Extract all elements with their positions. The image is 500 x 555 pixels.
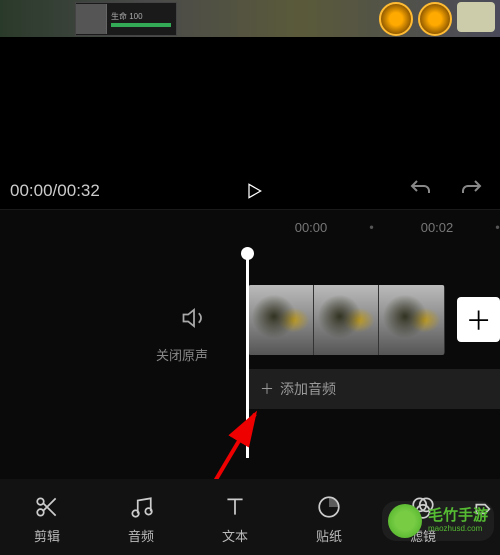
tool-audio[interactable]: 音频 bbox=[94, 494, 188, 545]
timeline: 关闭原声 ＋ ＋ 添加音频 bbox=[0, 244, 500, 504]
hud-icon-1 bbox=[379, 2, 413, 36]
clip-thumb bbox=[379, 285, 445, 355]
timeline-ruler[interactable]: 00:00● 00:02● bbox=[0, 209, 500, 244]
tool-label: 剪辑 bbox=[34, 526, 60, 545]
time-display: 00:00/00:32 bbox=[10, 181, 100, 201]
add-audio-button[interactable]: ＋ 添加音频 bbox=[248, 369, 500, 409]
hud-player-panel: 生命 100 bbox=[75, 2, 177, 36]
clip-thumb bbox=[314, 285, 380, 355]
plus-icon: ＋ bbox=[260, 379, 274, 399]
music-icon bbox=[128, 494, 154, 520]
video-track[interactable]: ＋ bbox=[248, 282, 500, 357]
tool-text[interactable]: 文本 bbox=[188, 494, 282, 545]
text-icon bbox=[222, 494, 248, 520]
redo-button[interactable] bbox=[460, 177, 484, 206]
player-letterbox bbox=[0, 38, 500, 173]
add-audio-label: 添加音频 bbox=[280, 379, 336, 399]
mute-label[interactable]: 关闭原声 bbox=[156, 345, 208, 364]
tool-label: 音频 bbox=[128, 526, 154, 545]
hud-right bbox=[379, 2, 495, 36]
hud-hp-label: 生命 bbox=[111, 12, 127, 21]
hud-hp-value: 100 bbox=[129, 12, 142, 21]
sticker-icon bbox=[316, 494, 342, 520]
ruler-tick-1: 00:02 bbox=[421, 220, 454, 235]
watermark-logo-icon bbox=[388, 504, 422, 538]
add-clip-button[interactable]: ＋ bbox=[457, 297, 500, 342]
time-current: 00:00 bbox=[10, 181, 53, 200]
watermark: 毛竹手游 maozhusd.com bbox=[382, 501, 494, 541]
watermark-sub: maozhusd.com bbox=[428, 525, 488, 534]
video-preview[interactable]: 生命 100 bbox=[0, 0, 500, 38]
playhead[interactable] bbox=[246, 252, 249, 458]
clip-thumb bbox=[248, 285, 314, 355]
player-controls: 00:00/00:32 bbox=[0, 173, 500, 209]
ruler-tick-0: 00:00 bbox=[295, 220, 328, 235]
hud-hp-bar bbox=[111, 23, 171, 27]
tool-label: 文本 bbox=[222, 526, 248, 545]
hud-stats: 生命 100 bbox=[107, 11, 176, 28]
scissors-icon bbox=[34, 494, 60, 520]
hud-icon-2 bbox=[418, 2, 452, 36]
video-clip[interactable] bbox=[248, 285, 445, 355]
time-total: 00:32 bbox=[57, 181, 100, 200]
hud-avatar bbox=[76, 4, 107, 34]
watermark-title: 毛竹手游 bbox=[428, 508, 488, 525]
tool-sticker[interactable]: 贴纸 bbox=[282, 494, 376, 545]
undo-button[interactable] bbox=[408, 177, 432, 206]
mute-icon[interactable] bbox=[180, 304, 208, 337]
play-button[interactable] bbox=[100, 181, 408, 201]
hud-score bbox=[457, 2, 495, 32]
tool-cut[interactable]: 剪辑 bbox=[0, 494, 94, 545]
tool-label: 贴纸 bbox=[316, 526, 342, 545]
